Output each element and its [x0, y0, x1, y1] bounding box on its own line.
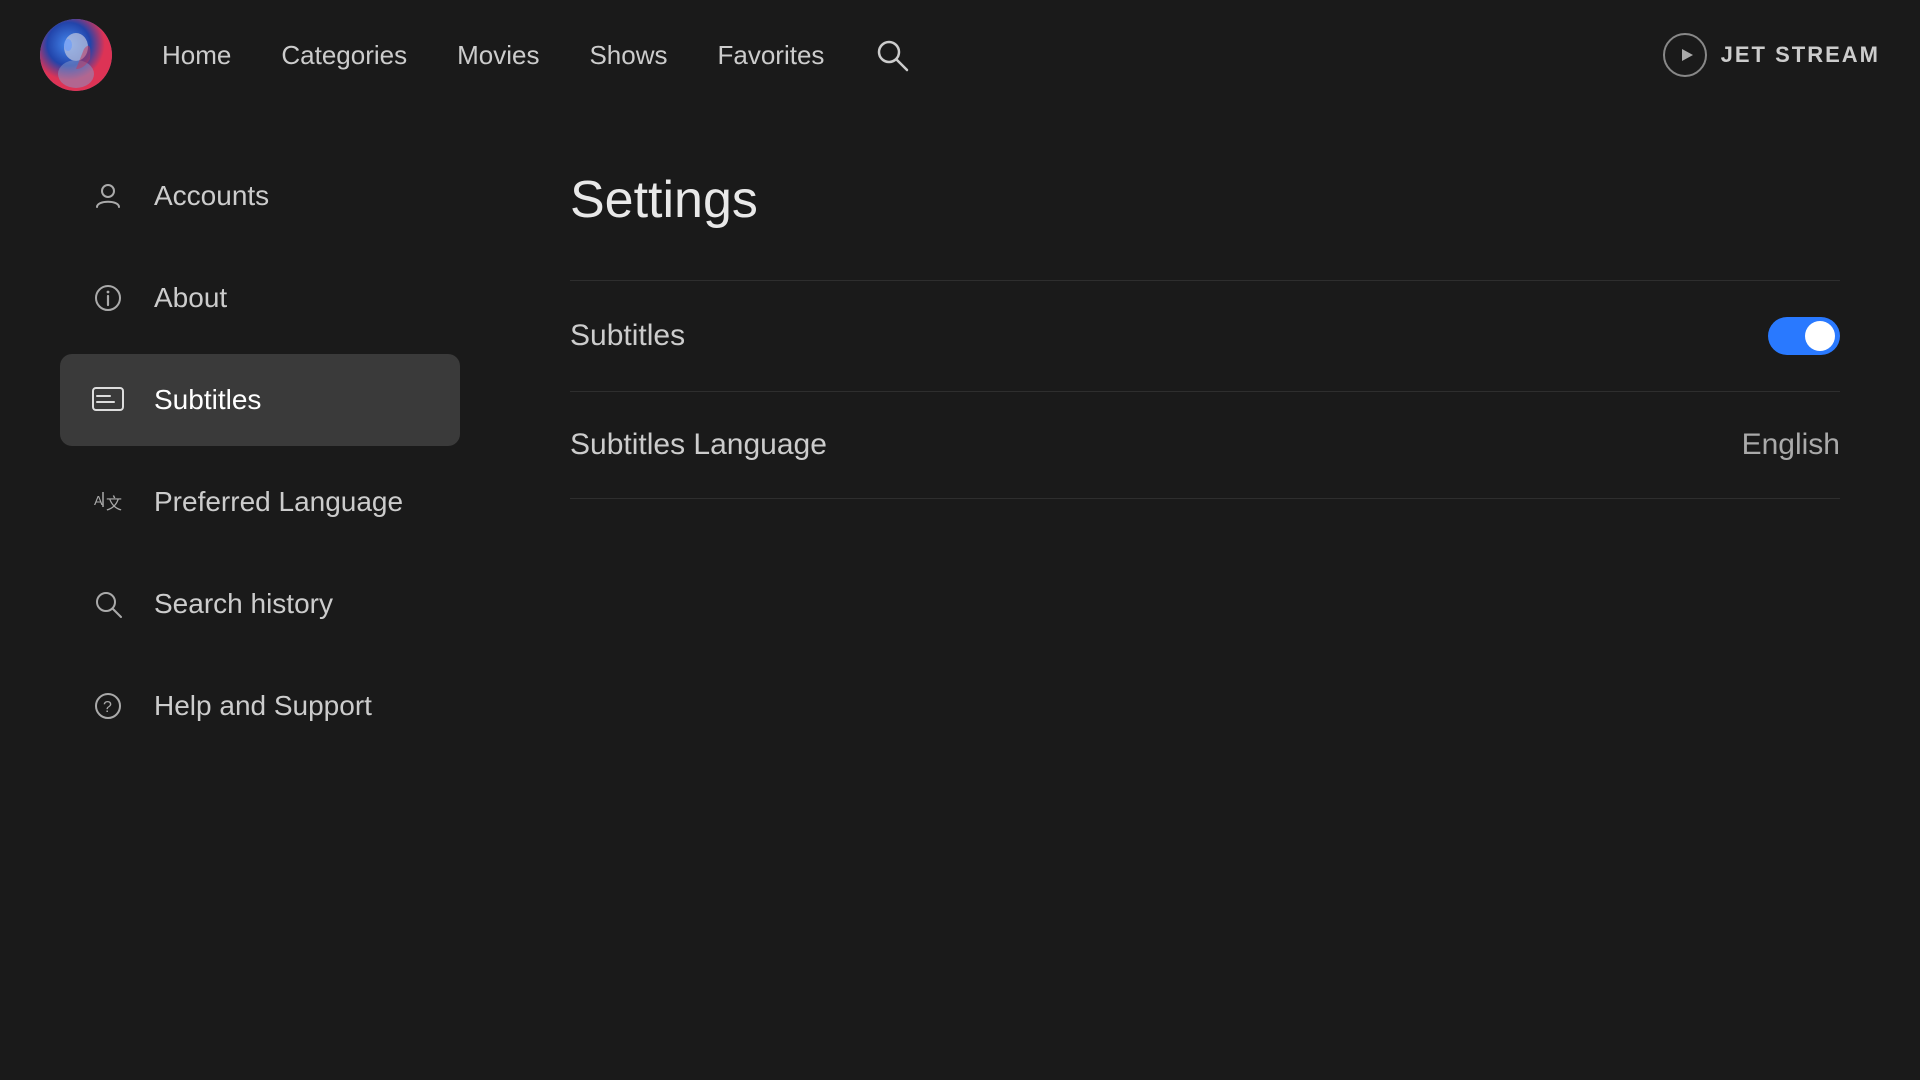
settings-panel: Settings Subtitles Subtitles Language En…	[490, 110, 1920, 1080]
help-icon: ?	[90, 688, 126, 724]
sidebar-item-search-history[interactable]: Search history	[60, 558, 460, 650]
person-icon	[90, 178, 126, 214]
sidebar-about-label: About	[154, 282, 227, 314]
nav-favorites[interactable]: Favorites	[718, 40, 825, 71]
sidebar-item-about[interactable]: About	[60, 252, 460, 344]
subtitles-toggle[interactable]	[1768, 317, 1840, 355]
sidebar-item-preferred-language[interactable]: A 文 Preferred Language	[60, 456, 460, 548]
subtitles-icon	[90, 382, 126, 418]
avatar[interactable]	[40, 19, 112, 91]
sidebar: Accounts About Subtitles	[0, 110, 490, 1080]
search-history-icon	[90, 586, 126, 622]
sidebar-item-accounts[interactable]: Accounts	[60, 150, 460, 242]
svg-text:?: ?	[103, 699, 112, 716]
nav-movies[interactable]: Movies	[457, 40, 539, 71]
settings-row-subtitles: Subtitles	[570, 280, 1840, 392]
brand-area: JET STREAM	[1663, 33, 1880, 77]
brand-name: JET STREAM	[1721, 42, 1880, 68]
translate-icon: A 文	[90, 484, 126, 520]
svg-text:文: 文	[106, 495, 122, 513]
subtitles-label: Subtitles	[570, 319, 685, 353]
nav-shows[interactable]: Shows	[589, 40, 667, 71]
settings-row-subtitles-language[interactable]: Subtitles Language English	[570, 392, 1840, 499]
sidebar-search-history-label: Search history	[154, 588, 333, 620]
sidebar-preferred-language-label: Preferred Language	[154, 486, 403, 518]
nav-categories[interactable]: Categories	[281, 40, 407, 71]
sidebar-item-help-support[interactable]: ? Help and Support	[60, 660, 460, 752]
subtitles-language-value: English	[1742, 428, 1840, 462]
nav-home[interactable]: Home	[162, 40, 231, 71]
settings-title: Settings	[570, 170, 1840, 230]
main-content: Accounts About Subtitles	[0, 110, 1920, 1080]
search-icon[interactable]	[874, 37, 910, 73]
sidebar-accounts-label: Accounts	[154, 180, 269, 212]
info-icon	[90, 280, 126, 316]
sidebar-subtitles-label: Subtitles	[154, 384, 261, 416]
header: Home Categories Movies Shows Favorites J…	[0, 0, 1920, 110]
sidebar-help-support-label: Help and Support	[154, 690, 372, 722]
sidebar-item-subtitles[interactable]: Subtitles	[60, 354, 460, 446]
svg-text:A: A	[94, 493, 103, 508]
brand-play-icon	[1663, 33, 1707, 77]
subtitles-language-label: Subtitles Language	[570, 428, 827, 462]
toggle-knob	[1805, 321, 1835, 351]
main-nav: Home Categories Movies Shows Favorites	[162, 37, 1663, 73]
